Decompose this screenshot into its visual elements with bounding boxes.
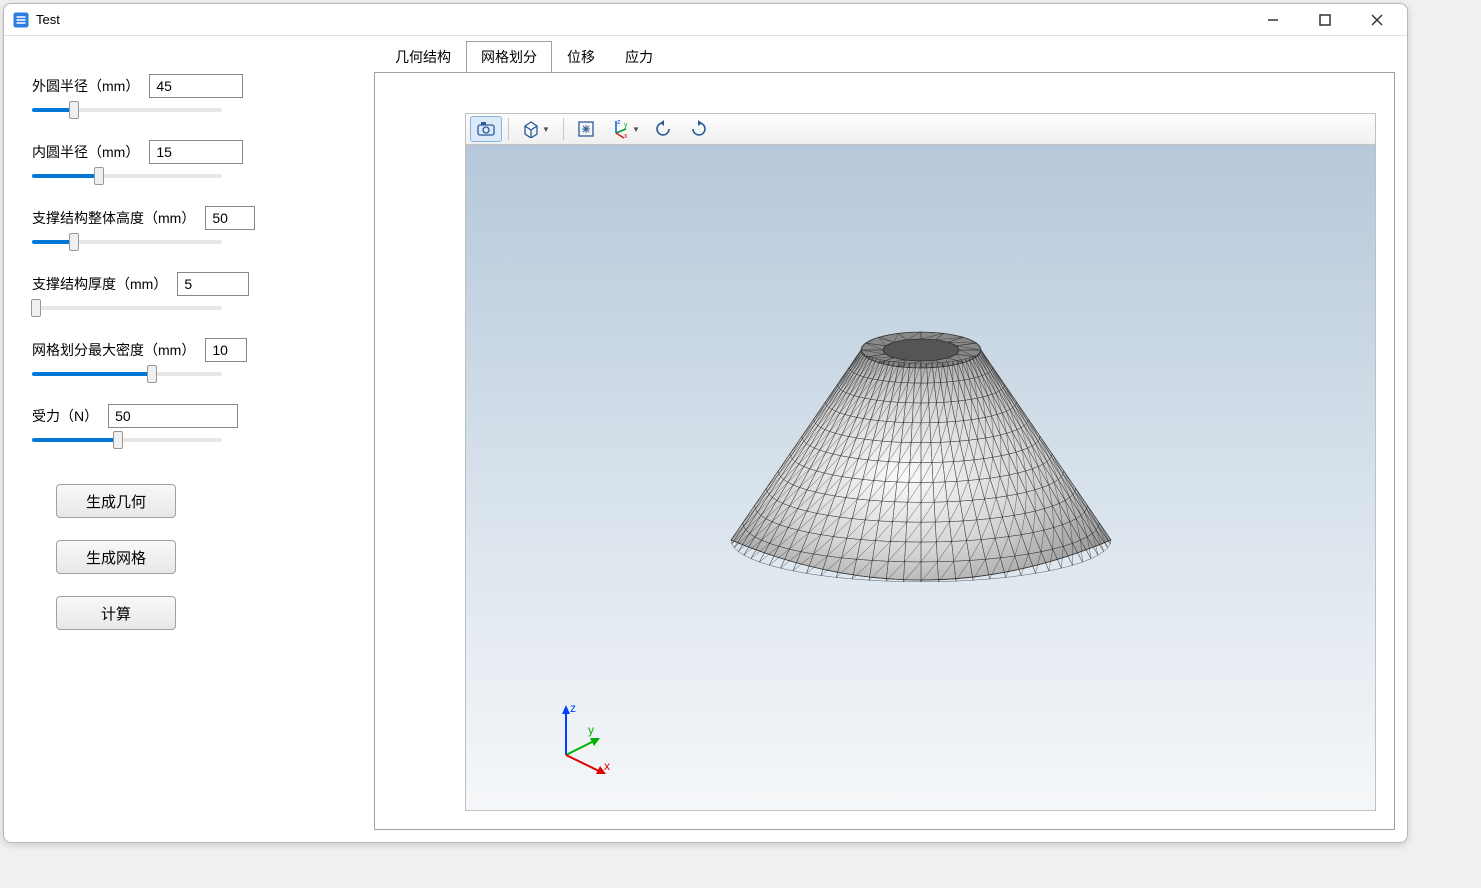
- tab-geometry[interactable]: 几何结构: [380, 41, 466, 73]
- input-outer-radius[interactable]: [149, 74, 243, 98]
- minimize-icon: [1267, 14, 1279, 26]
- maximize-icon: [1319, 14, 1331, 26]
- param-outer-radius: 外圆半径（mm）: [32, 74, 352, 116]
- axis-gizmo: z y x: [546, 700, 626, 780]
- viewport-canvas[interactable]: z y x: [465, 145, 1376, 811]
- tab-mesh[interactable]: 网格划分: [466, 41, 552, 73]
- axis-label-y: y: [588, 723, 594, 737]
- app-window: Test 外圆半径（mm）: [3, 3, 1408, 843]
- cube-view-button[interactable]: ▼: [515, 116, 557, 142]
- app-icon: [12, 11, 30, 29]
- input-mesh-density[interactable]: [205, 338, 247, 362]
- main-panel: 几何结构 网格划分 位移 应力 ▼: [374, 44, 1399, 834]
- slider-mesh-density[interactable]: [32, 368, 352, 380]
- axis-label-x: x: [604, 759, 610, 773]
- param-mesh-density: 网格划分最大密度（mm）: [32, 338, 352, 380]
- chevron-down-icon: ▼: [542, 125, 550, 134]
- slider-inner-radius[interactable]: [32, 170, 352, 182]
- titlebar: Test: [4, 4, 1407, 36]
- input-inner-radius[interactable]: [149, 140, 243, 164]
- window-controls: [1257, 8, 1393, 32]
- tabs: 几何结构 网格划分 位移 应力: [374, 44, 1399, 72]
- slider-height[interactable]: [32, 236, 352, 248]
- fit-view-button[interactable]: [570, 116, 602, 142]
- maximize-button[interactable]: [1309, 8, 1341, 32]
- label-height: 支撑结构整体高度（mm）: [32, 208, 195, 228]
- sidebar: 外圆半径（mm） 内圆半径（mm） 支撑结构整体高度（mm）: [12, 44, 362, 834]
- rotate-right-icon: [688, 119, 708, 139]
- svg-text:z: z: [617, 119, 621, 126]
- axis-label-z: z: [570, 701, 576, 715]
- label-outer-radius: 外圆半径（mm）: [32, 76, 139, 96]
- camera-button[interactable]: [470, 116, 502, 142]
- close-icon: [1371, 14, 1383, 26]
- rotate-right-button[interactable]: [682, 116, 714, 142]
- param-inner-radius: 内圆半径（mm）: [32, 140, 352, 182]
- cube-view-icon: [522, 120, 540, 138]
- svg-text:x: x: [624, 133, 628, 139]
- rotate-left-icon: [654, 119, 674, 139]
- slider-thickness[interactable]: [32, 302, 352, 314]
- svg-text:y: y: [624, 122, 628, 129]
- axes-button[interactable]: z y x ▼: [604, 116, 646, 142]
- param-height: 支撑结构整体高度（mm）: [32, 206, 352, 248]
- slider-outer-radius[interactable]: [32, 104, 352, 116]
- viewer-frame: ▼ z y x ▼: [374, 72, 1395, 830]
- tab-stress[interactable]: 应力: [610, 41, 668, 73]
- slider-force[interactable]: [32, 434, 352, 446]
- toolbar-separator: [563, 118, 564, 140]
- param-force: 受力（N）: [32, 404, 352, 446]
- compute-button[interactable]: 计算: [56, 596, 176, 630]
- mesh-render: [691, 280, 1151, 640]
- input-height[interactable]: [205, 206, 255, 230]
- toolbar-separator: [508, 118, 509, 140]
- fit-view-icon: [577, 120, 595, 138]
- tab-displacement[interactable]: 位移: [552, 41, 610, 73]
- chevron-down-icon: ▼: [632, 125, 640, 134]
- camera-icon: [477, 122, 495, 136]
- axes-icon: z y x: [610, 119, 630, 139]
- generate-geometry-button[interactable]: 生成几何: [56, 484, 176, 518]
- generate-mesh-button[interactable]: 生成网格: [56, 540, 176, 574]
- param-thickness: 支撑结构厚度（mm）: [32, 272, 352, 314]
- input-force[interactable]: [108, 404, 238, 428]
- label-mesh-density: 网格划分最大密度（mm）: [32, 340, 195, 360]
- label-force: 受力（N）: [32, 406, 98, 426]
- label-inner-radius: 内圆半径（mm）: [32, 142, 139, 162]
- input-thickness[interactable]: [177, 272, 249, 296]
- content-area: 外圆半径（mm） 内圆半径（mm） 支撑结构整体高度（mm）: [4, 36, 1407, 842]
- window-title: Test: [36, 12, 1257, 27]
- label-thickness: 支撑结构厚度（mm）: [32, 274, 167, 294]
- close-button[interactable]: [1361, 8, 1393, 32]
- minimize-button[interactable]: [1257, 8, 1289, 32]
- rotate-left-button[interactable]: [648, 116, 680, 142]
- viewer-toolbar: ▼ z y x ▼: [465, 113, 1376, 145]
